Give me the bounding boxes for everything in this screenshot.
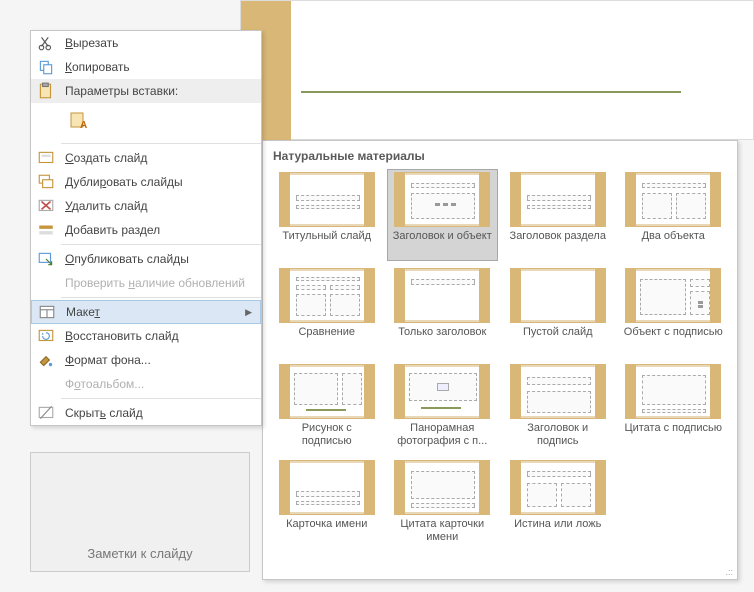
- layout-option[interactable]: Заголовок и подпись: [502, 361, 614, 453]
- layout-option[interactable]: Титульный слайд: [271, 169, 383, 261]
- layout-thumbnail: [510, 364, 606, 419]
- svg-text:A: A: [80, 120, 87, 130]
- layout-thumbnail: [625, 268, 721, 323]
- submenu-arrow-icon: ▶: [245, 307, 252, 318]
- layout-caption: Карточка имени: [277, 518, 377, 546]
- menu-add-section[interactable]: Добавить раздел: [31, 218, 261, 242]
- slide-preview: [240, 0, 754, 140]
- menu-cut-label: Вырезать: [65, 36, 253, 50]
- layout-icon: [38, 303, 56, 321]
- layout-caption: Панорамная фотография с п...: [392, 422, 492, 450]
- menu-photo-album: Фотоальбом...: [31, 372, 261, 396]
- layout-thumbnail: [510, 460, 606, 515]
- layout-thumbnail: [510, 172, 606, 227]
- layout-thumbnail: [394, 364, 490, 419]
- layout-thumbnail: [394, 268, 490, 323]
- layout-caption: Объект с подписью: [623, 326, 723, 354]
- layout-caption: Только заголовок: [392, 326, 492, 354]
- format-bg-icon: [37, 351, 55, 369]
- layout-thumbnail: [279, 364, 375, 419]
- layout-caption: Пустой слайд: [508, 326, 608, 354]
- menu-photo-album-label: Фотоальбом...: [65, 377, 253, 391]
- menu-hide-slide[interactable]: Скрыть слайд: [31, 401, 261, 425]
- publish-icon: [37, 250, 55, 268]
- restore-icon: [37, 327, 55, 345]
- menu-new-slide-label: Создать слайд: [65, 151, 253, 165]
- layout-theme-header: Натуральные материалы: [269, 147, 731, 169]
- layout-caption: Истина или ложь: [508, 518, 608, 546]
- layout-submenu: Натуральные материалы Титульный слайд Заг…: [262, 140, 738, 580]
- layout-caption: Рисунок с подписью: [277, 422, 377, 450]
- updates-icon: [37, 274, 55, 292]
- menu-delete-label: Удалить слайд: [65, 199, 253, 213]
- section-icon: [37, 221, 55, 239]
- layout-option[interactable]: Заголовок и объект: [387, 169, 499, 261]
- menu-new-slide[interactable]: Создать слайд: [31, 146, 261, 170]
- menu-cut[interactable]: Вырезать: [31, 31, 261, 55]
- layout-option[interactable]: Цитата с подписью: [618, 361, 730, 453]
- menu-paste-label: Параметры вставки:: [65, 84, 253, 98]
- menu-format-bg[interactable]: Формат фона...: [31, 348, 261, 372]
- photo-album-icon: [37, 375, 55, 393]
- layout-option[interactable]: Истина или ложь: [502, 457, 614, 549]
- layout-thumbnail: [279, 460, 375, 515]
- cut-icon: [37, 34, 55, 52]
- duplicate-icon: [37, 173, 55, 191]
- menu-check-updates: Проверить наличие обновлений: [31, 271, 261, 295]
- layout-caption: Заголовок и подпись: [508, 422, 608, 450]
- layout-thumbnail: [394, 172, 490, 227]
- menu-format-bg-label: Формат фона...: [65, 353, 253, 367]
- layout-caption: Два объекта: [623, 230, 723, 258]
- layout-option[interactable]: Карточка имени: [271, 457, 383, 549]
- notes-placeholder: Заметки к слайду: [87, 546, 192, 561]
- menu-paste-heading: Параметры вставки:: [31, 79, 261, 103]
- layout-option[interactable]: Сравнение: [271, 265, 383, 357]
- layout-thumbnail: [394, 460, 490, 515]
- layout-thumbnail: [279, 268, 375, 323]
- layout-grid: Титульный слайд Заголовок и объект Заголов…: [269, 169, 731, 549]
- layout-option[interactable]: Объект с подписью: [618, 265, 730, 357]
- layout-caption: Заголовок и объект: [392, 230, 492, 258]
- menu-copy-label: Копировать: [65, 60, 253, 74]
- layout-thumbnail: [510, 268, 606, 323]
- layout-option[interactable]: Рисунок с подписью: [271, 361, 383, 453]
- layout-option[interactable]: Цитата карточки имени: [387, 457, 499, 549]
- paste-option-keep-text[interactable]: A: [65, 107, 93, 135]
- layout-option[interactable]: Пустой слайд: [502, 265, 614, 357]
- menu-layout-label: Макет: [66, 305, 245, 319]
- menu-duplicate[interactable]: Дублировать слайды: [31, 170, 261, 194]
- slide-context-menu: Вырезать Копировать Параметры вставки: A…: [30, 30, 262, 426]
- layout-option[interactable]: Панорамная фотография с п...: [387, 361, 499, 453]
- menu-add-section-label: Добавить раздел: [65, 223, 253, 237]
- layout-option[interactable]: Заголовок раздела: [502, 169, 614, 261]
- resize-grip-icon[interactable]: .::: [725, 567, 733, 577]
- slide-notes[interactable]: Заметки к слайду: [30, 452, 250, 572]
- menu-layout[interactable]: Макет ▶: [31, 300, 261, 324]
- layout-caption: Сравнение: [277, 326, 377, 354]
- copy-icon: [37, 58, 55, 76]
- menu-publish[interactable]: Опубликовать слайды: [31, 247, 261, 271]
- menu-delete[interactable]: Удалить слайд: [31, 194, 261, 218]
- layout-caption: Цитата карточки имени: [392, 518, 492, 546]
- layout-caption: Титульный слайд: [277, 230, 377, 258]
- menu-check-updates-label: Проверить наличие обновлений: [65, 276, 253, 290]
- new-slide-icon: [37, 149, 55, 167]
- menu-hide-slide-label: Скрыть слайд: [65, 406, 253, 420]
- paste-options-row: A: [31, 103, 261, 141]
- menu-copy[interactable]: Копировать: [31, 55, 261, 79]
- menu-duplicate-label: Дублировать слайды: [65, 175, 253, 189]
- layout-thumbnail: [625, 172, 721, 227]
- layout-thumbnail: [625, 364, 721, 419]
- paste-icon: [37, 82, 55, 100]
- layout-option[interactable]: Два объекта: [618, 169, 730, 261]
- layout-option[interactable]: Только заголовок: [387, 265, 499, 357]
- layout-caption: Цитата с подписью: [623, 422, 723, 450]
- menu-publish-label: Опубликовать слайды: [65, 252, 253, 266]
- hide-slide-icon: [37, 404, 55, 422]
- menu-restore-label: Восстановить слайд: [65, 329, 253, 343]
- menu-restore[interactable]: Восстановить слайд: [31, 324, 261, 348]
- delete-icon: [37, 197, 55, 215]
- layout-caption: Заголовок раздела: [508, 230, 608, 258]
- layout-thumbnail: [279, 172, 375, 227]
